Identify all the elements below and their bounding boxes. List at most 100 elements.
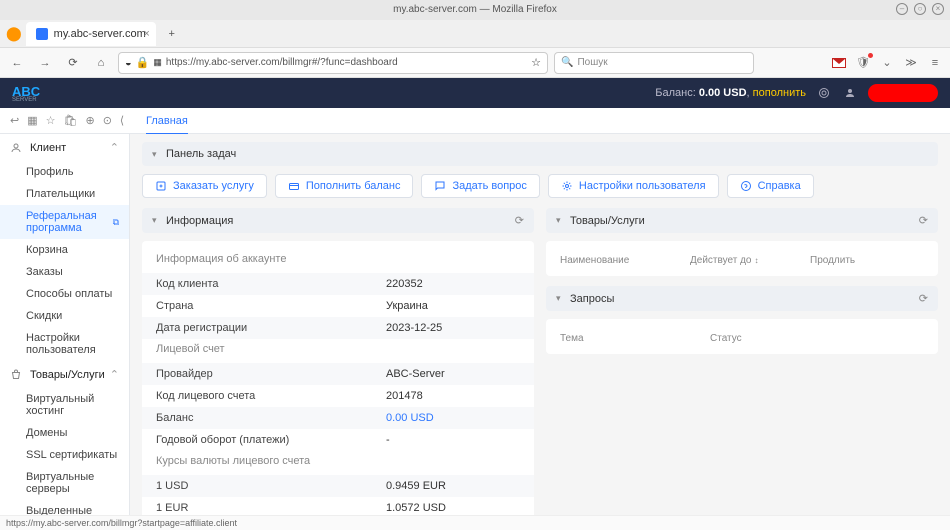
close-icon[interactable]: × [932,3,944,15]
shield-icon[interactable]: ◒ [125,57,132,69]
balance-link[interactable]: 0.00 USD [386,412,434,424]
sidebar-item[interactable]: Настройки пользователя [0,327,129,361]
action-button[interactable]: Справка [727,174,814,198]
support-icon[interactable] [816,85,832,101]
info-row: 1 EUR1.0572 USD [142,497,534,515]
plus-icon[interactable]: ⊕ [85,114,94,128]
collapse-sidebar-icon[interactable]: ⟨ [120,114,124,128]
sidebar-item[interactable]: Способы оплаты [0,283,129,305]
sidebar: Клиент⌃ПрофильПлательщикиРеферальная про… [0,134,130,515]
balance-display: Баланс: 0.00 USD, пополнить [655,87,806,99]
products-col-renew[interactable]: Продлить [810,255,855,266]
pocket-icon[interactable]: ⌄ [878,54,896,72]
back-nav-icon[interactable]: ↩ [10,114,19,128]
notification-bell-icon[interactable]: 🛡 [854,54,872,72]
back-button[interactable]: ← [6,52,28,74]
tab-close-icon[interactable]: × [143,28,149,40]
actions-row: Заказать услугу Пополнить баланс Задать во… [142,174,938,198]
info-row: Баланс0.00 USD [142,407,534,429]
user-icon[interactable] [842,85,858,101]
action-button[interactable]: Пополнить баланс [275,174,414,198]
action-button[interactable]: Настройки пользователя [548,174,719,198]
app-header: A​B​C SERVER Баланс: 0.00 USD, пополнить [0,78,950,108]
sidebar-item[interactable]: Скидки [0,305,129,327]
action-button[interactable]: Задать вопрос [421,174,539,198]
sidebar-item[interactable]: Профиль [0,161,129,183]
status-bar: https://my.abc-server.com/billmgr?startp… [0,515,950,530]
sidebar-item[interactable]: Заказы [0,261,129,283]
taskbar-panel-title[interactable]: ▾ Панель задач [142,142,938,166]
firefox-tab-strip: ⬤ my.abc-server.com × + [0,20,950,48]
breadcrumb-home[interactable]: Главная [146,115,188,135]
grid-icon[interactable]: ▦ [27,114,37,128]
sidebar-item[interactable]: Виртуальный хостинг [0,388,129,422]
cart-icon[interactable]: 🛍 [64,114,78,128]
search-tool-icon[interactable]: ⊙ [103,114,112,128]
window-controls: – ○ × [896,3,944,15]
collapse-toggle-icon[interactable]: ▾ [556,293,564,304]
browser-tab[interactable]: my.abc-server.com × [26,22,156,46]
permissions-icon[interactable]: ▦ [153,57,162,68]
requests-col-status[interactable]: Статус [710,333,742,344]
reload-button[interactable]: ⟳ [62,52,84,74]
refresh-icon[interactable]: ⟳ [919,214,928,227]
sidebar-item[interactable]: Реферальная программа⧉ [0,205,129,239]
requests-col-subject[interactable]: Тема [560,333,710,344]
requests-panel-title[interactable]: ▾ Запросы ⟳ [546,286,938,311]
requests-panel: Тема Статус [546,319,938,354]
star-icon[interactable]: ☆ [46,114,56,128]
collapse-toggle-icon[interactable]: ▾ [152,215,160,226]
url-field[interactable]: ◒ 🔒 ▦ https://my.abc-server.com/billmgr#… [118,52,548,74]
maximize-icon[interactable]: ○ [914,3,926,15]
lock-icon[interactable]: 🔒 [136,56,150,69]
logo[interactable]: A​B​C SERVER [12,84,40,103]
sidebar-item[interactable]: Домены [0,422,129,444]
info-row: Код лицевого счета201478 [142,385,534,407]
sidebar-item[interactable]: Корзина [0,239,129,261]
new-tab-button[interactable]: + [160,22,184,46]
products-panel: Наименование Действует до Продлить [546,241,938,276]
favicon-icon [36,28,48,40]
search-placeholder: Пошук [577,57,607,68]
action-icon [288,180,300,192]
gmail-extension-icon[interactable] [830,54,848,72]
info-row: СтранаУкраина [142,295,534,317]
products-panel-title[interactable]: ▾ Товары/Услуги ⟳ [546,208,938,233]
user-avatar[interactable] [868,84,938,102]
forward-button[interactable]: → [34,52,56,74]
sidebar-section[interactable]: Клиент⌃ [0,134,129,161]
action-button[interactable]: Заказать услугу [142,174,267,198]
personal-account-header: Лицевой счет [142,339,534,363]
products-col-valid[interactable]: Действует до [690,255,810,266]
toolbar-icons: ↩ ▦ ☆ 🛍 ⊕ ⊙ ⟨ [0,114,130,128]
products-col-name[interactable]: Наименование [560,255,690,266]
collapse-toggle-icon[interactable]: ▾ [556,215,564,226]
search-icon: 🔍 [561,57,573,68]
info-row: Дата регистрации2023-12-25 [142,317,534,339]
refresh-icon[interactable]: ⟳ [515,214,524,227]
info-row: 1 USD0.9459 EUR [142,475,534,497]
os-titlebar: my.abc-server.com — Mozilla Firefox – ○ … [0,0,950,20]
sidebar-item[interactable]: Выделенные серверы [0,500,129,515]
search-field[interactable]: 🔍 Пошук [554,52,754,74]
sidebar-item[interactable]: Виртуальные серверы [0,466,129,500]
refresh-icon[interactable]: ⟳ [919,292,928,305]
info-panel: Информация об аккаунте Код клиента220352… [142,241,534,515]
toolbar-row: ↩ ▦ ☆ 🛍 ⊕ ⊙ ⟨ Главная [0,108,950,134]
minimize-icon[interactable]: – [896,3,908,15]
url-text: https://my.abc-server.com/billmgr#/?func… [166,57,527,68]
collapse-toggle-icon[interactable]: ▾ [152,149,160,160]
rates-header: Курсы валюты лицевого счета [142,451,534,475]
sidebar-section[interactable]: Товары/Услуги⌃ [0,361,129,388]
os-title: my.abc-server.com — Mozilla Firefox [393,4,557,15]
overflow-menu-icon[interactable]: ≫ [902,54,920,72]
info-panel-title[interactable]: ▾ Информация ⟳ [142,208,534,233]
sidebar-item[interactable]: SSL cертификаты [0,444,129,466]
bookmark-star-icon[interactable]: ☆ [531,56,541,69]
home-button[interactable]: ⌂ [90,52,112,74]
action-icon [155,180,167,192]
topup-link[interactable]: пополнить [753,87,806,99]
hamburger-menu-icon[interactable]: ≡ [926,54,944,72]
action-icon [561,180,573,192]
sidebar-item[interactable]: Плательщики [0,183,129,205]
